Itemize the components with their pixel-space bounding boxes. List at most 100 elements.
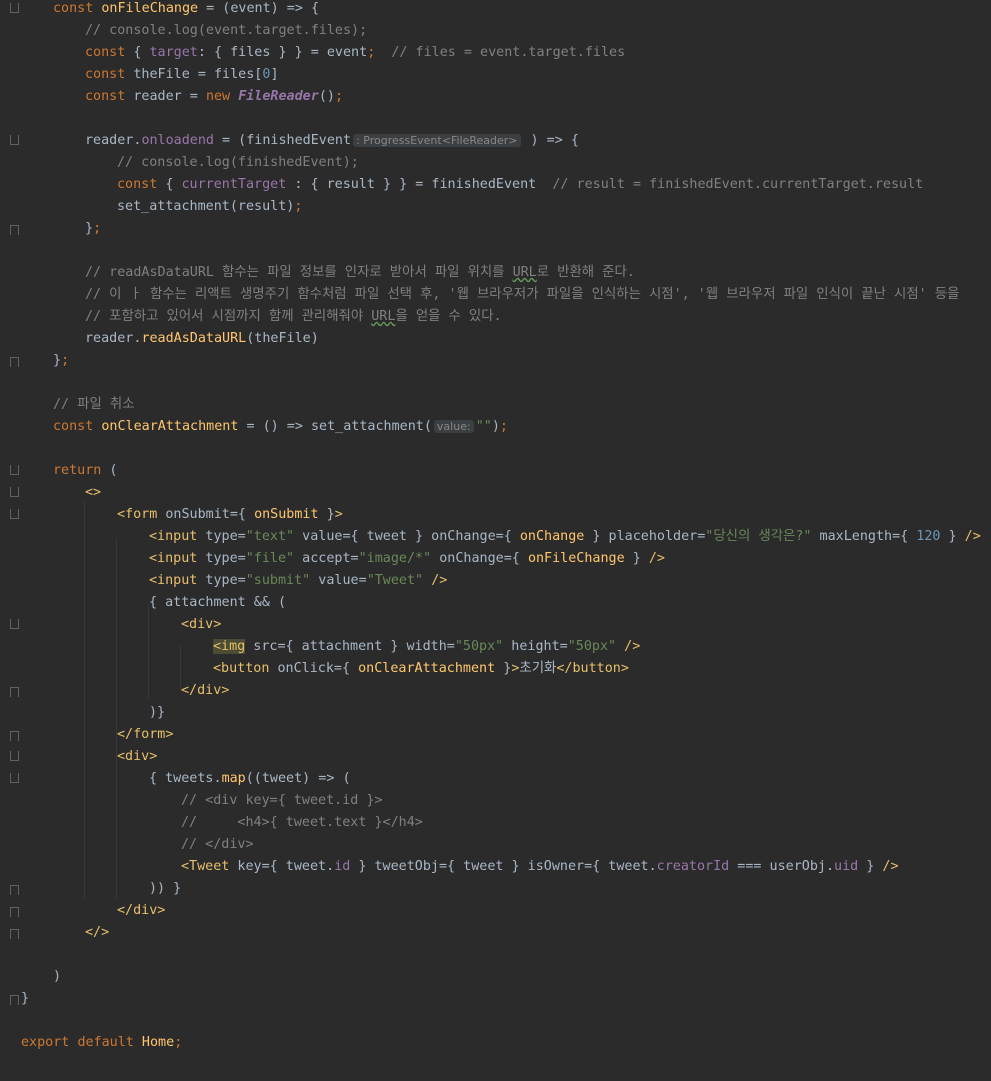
code-token: FileReader [238, 89, 319, 104]
code-token: (theFile) [246, 331, 319, 346]
code-line[interactable]: const theFile = files[0] [85, 64, 279, 86]
code-token: // files = event.target.files [375, 45, 626, 60]
code-token: <form [117, 507, 158, 522]
code-token: "Tweet" [366, 573, 424, 588]
code-line[interactable]: <div> [117, 746, 157, 768]
code-token: "50px" [454, 639, 504, 654]
code-line[interactable]: <button onClick={ onClearAttachment }>초기… [213, 658, 629, 680]
code-token: <button [213, 661, 270, 676]
code-line[interactable]: // readAsDataURL 함수는 파일 정보를 인자로 받아서 파일 위… [85, 262, 635, 284]
code-line[interactable]: </form> [117, 724, 173, 746]
code-token: key={ tweet. [229, 859, 335, 874]
code-token: ; [334, 89, 343, 104]
code-token: return [53, 463, 102, 478]
code-token: } [21, 991, 30, 1006]
code-token: /> [964, 529, 981, 544]
code-token: uid [834, 859, 859, 874]
code-token: onClick={ [269, 661, 359, 676]
code-line[interactable]: }; [53, 350, 69, 372]
code-token: <Tweet [181, 859, 230, 874]
code-token: onFileChange [527, 551, 625, 566]
code-token: { [125, 45, 150, 60]
code-token: reader. [85, 331, 142, 346]
code-token: reader. [85, 133, 142, 148]
code-token: ( [101, 463, 118, 478]
code-token: ; [93, 221, 102, 236]
code-line[interactable]: )) } [149, 878, 181, 900]
code-token: = (finishedEvent [214, 133, 352, 148]
code-token: )) } [149, 881, 182, 896]
code-token: </form> [117, 727, 174, 742]
code-line[interactable]: reader.onloadend = (finishedEvent: Progr… [85, 130, 579, 152]
code-line[interactable]: // 포함하고 있어서 시점까지 함께 관리해줘야 URL을 얻을 수 있다. [85, 306, 502, 328]
code-line[interactable]: // <div key={ tweet.id }> [181, 790, 383, 812]
code-line[interactable]: </div> [181, 680, 229, 702]
code-token: "text" [245, 529, 295, 544]
code-editor[interactable]: const onFileChange = (event) => { // cons… [0, 0, 991, 1081]
code-line[interactable]: <> [85, 482, 101, 504]
code-line[interactable]: } [21, 988, 29, 1010]
code-token: : { result } } = finishedEvent [286, 177, 553, 192]
code-token: ) => { [522, 133, 579, 148]
code-line[interactable]: const reader = new FileReader(); [85, 86, 343, 108]
code-line[interactable]: // 이 ㅏ 함수는 리액트 생명주기 함수처럼 파일 선택 후, '웹 브라우… [85, 284, 959, 306]
code-token: // <h4>{ tweet.text }</h4> [181, 815, 423, 830]
code-line[interactable]: // </div> [181, 834, 254, 856]
code-token: ; [294, 199, 303, 214]
code-line[interactable]: // 파일 취소 [53, 394, 135, 416]
code-token: <input [149, 551, 198, 566]
code-line[interactable]: <Tweet key={ tweet.id } tweetObj={ tweet… [181, 856, 899, 878]
code-token: } [495, 661, 512, 676]
code-line[interactable]: { tweets.map((tweet) => ( [149, 768, 351, 790]
code-token: type= [197, 551, 246, 566]
code-line[interactable]: ) [53, 966, 61, 988]
code-token: onChange [519, 529, 585, 544]
code-line[interactable]: return ( [53, 460, 118, 482]
code-token: currentTarget [181, 177, 287, 192]
code-line[interactable]: }; [85, 218, 101, 240]
code-line[interactable]: const { target: { files } } = event; // … [85, 42, 625, 64]
code-token: type= [197, 529, 246, 544]
code-token: <div> [181, 617, 222, 632]
code-line[interactable]: <form onSubmit={ onSubmit }> [117, 504, 343, 526]
code-token: 120 [916, 529, 941, 544]
code-line[interactable]: <input type="file" accept="image/*" onCh… [149, 548, 665, 570]
code-line[interactable]: // console.log(event.target.files); [85, 20, 367, 42]
code-line[interactable]: { attachment && ( [149, 592, 286, 614]
code-token: "" [475, 419, 492, 434]
code-token: maxLength={ [811, 529, 917, 544]
code-token: // console.log(event.target.files); [85, 23, 368, 38]
code-token: /> [882, 859, 899, 874]
code-line[interactable]: <input type="submit" value="Tweet" /> [149, 570, 447, 592]
code-token: creatorId [656, 859, 730, 874]
code-token: : { files } } = event [197, 45, 368, 60]
code-line[interactable]: set_attachment(result); [117, 196, 302, 218]
code-line[interactable]: // <h4>{ tweet.text }</h4> [181, 812, 423, 834]
code-token: <input [149, 573, 198, 588]
code-token: onSubmit={ [157, 507, 255, 522]
code-line[interactable]: export default Home; [21, 1032, 182, 1054]
code-line[interactable]: <img src={ attachment } width="50px" hei… [213, 636, 640, 658]
code-token: onClearAttachment [101, 419, 239, 434]
code-line[interactable]: <input type="text" value={ tweet } onCha… [149, 526, 981, 548]
code-token: </div> [117, 903, 166, 918]
code-line[interactable]: const { currentTarget : { result } } = f… [117, 174, 923, 196]
code-line[interactable]: </> [85, 922, 109, 944]
code-line[interactable]: )} [149, 702, 165, 724]
code-token: value= [310, 573, 367, 588]
code-line[interactable]: const onFileChange = (event) => { [53, 0, 319, 20]
code-line[interactable]: const onClearAttachment = () => set_atta… [53, 416, 508, 438]
code-token: type= [197, 573, 246, 588]
code-line[interactable]: </div> [117, 900, 165, 922]
code-token: { tweets. [149, 771, 222, 786]
code-line[interactable]: reader.readAsDataURL(theFile) [85, 328, 319, 350]
code-token: reader = [125, 89, 206, 104]
code-token: // 파일 취소 [53, 397, 135, 412]
code-line[interactable]: <div> [181, 614, 221, 636]
code-token: ) [491, 419, 500, 434]
code-token: ; [61, 353, 70, 368]
code-token: set_attachment(result) [117, 199, 295, 214]
code-line[interactable]: // console.log(finishedEvent); [117, 152, 359, 174]
code-token: export [21, 1035, 70, 1050]
indent-guide [180, 645, 181, 690]
